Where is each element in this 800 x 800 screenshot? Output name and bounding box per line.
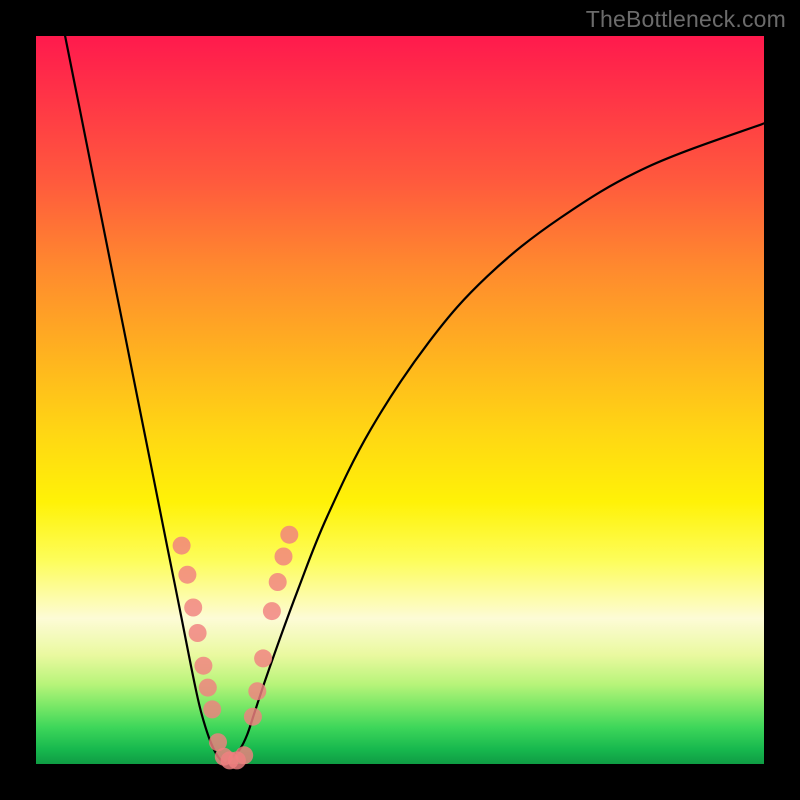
marker-dot (248, 682, 266, 700)
marker-dot (184, 599, 202, 617)
marker-dot (178, 566, 196, 584)
marker-dots (173, 526, 299, 770)
marker-dot (199, 679, 217, 697)
watermark-text: TheBottleneck.com (586, 6, 786, 33)
marker-dot (280, 526, 298, 544)
curve-right-branch (225, 123, 764, 764)
marker-dot (173, 537, 191, 555)
plot-area (36, 36, 764, 764)
marker-dot (203, 700, 221, 718)
marker-dot (189, 624, 207, 642)
marker-dot (235, 746, 253, 764)
marker-dot (244, 708, 262, 726)
curve-left-branch (65, 36, 225, 764)
marker-dot (275, 548, 293, 566)
marker-dot (269, 573, 287, 591)
marker-dot (194, 657, 212, 675)
chart-svg (36, 36, 764, 764)
chart-frame: TheBottleneck.com (0, 0, 800, 800)
marker-dot (254, 649, 272, 667)
curve-group (65, 36, 764, 764)
marker-dot (263, 602, 281, 620)
